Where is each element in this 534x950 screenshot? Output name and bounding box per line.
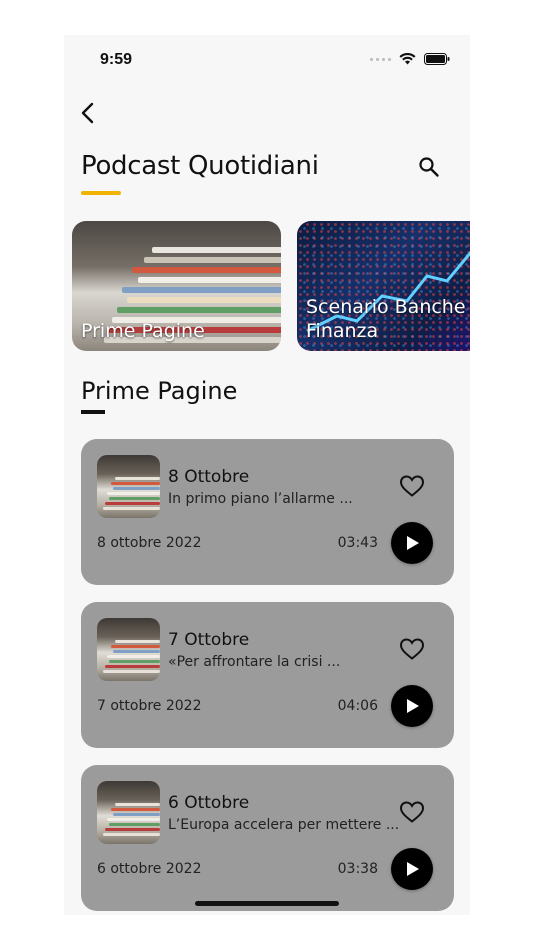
favorite-heart-icon[interactable] [399,800,425,824]
episode-date: 6 ottobre 2022 [97,861,202,877]
episode-duration: 03:43 [337,535,378,551]
page-title: Podcast Quotidiani [81,151,319,181]
battery-icon [424,53,450,65]
category-card-label: Prime Pagine [81,320,205,342]
episode-duration: 04:06 [337,698,378,714]
favorite-heart-icon[interactable] [399,474,425,498]
play-button[interactable] [391,685,433,727]
home-indicator[interactable] [195,901,339,906]
wifi-icon [399,53,416,65]
section-underline [81,410,105,414]
episode-duration: 03:38 [337,861,378,877]
favorite-heart-icon[interactable] [399,637,425,661]
app-screen: 9:59 Podcast Quotidiani Prime Pagine Sce… [64,35,470,915]
play-icon [407,862,419,876]
episode-thumbnail [97,781,160,844]
category-card-prime-pagine[interactable]: Prime Pagine [72,221,281,351]
episode-thumbnail [97,455,160,518]
episode-description: L’Europa accelera per mettere ... [168,817,400,833]
status-time: 9:59 [100,51,133,68]
category-card-label: Scenario Banche Finanza [306,296,466,342]
episode-description: In primo piano l’allarme ... [168,491,353,507]
episode-date: 8 ottobre 2022 [97,535,202,551]
section-title: Prime Pagine [81,377,238,405]
category-card-scenario-banche-finanza[interactable]: Scenario Banche Finanza [297,221,470,351]
category-carousel[interactable]: Prime Pagine Scenario Banche Finanza [72,221,470,351]
search-icon[interactable] [418,156,440,178]
episode-title: 6 Ottobre [168,793,250,813]
play-icon [407,536,419,550]
episode-card[interactable]: 8 Ottobre In primo piano l’allarme ... 8… [81,439,454,585]
status-icons [370,53,450,65]
back-chevron-icon[interactable] [78,101,96,125]
episode-title: 7 Ottobre [168,630,250,650]
episode-description: «Per affrontare la crisi ... [168,654,341,670]
play-button[interactable] [391,848,433,890]
play-button[interactable] [391,522,433,564]
episode-thumbnail [97,618,160,681]
episode-card[interactable]: 6 Ottobre L’Europa accelera per mettere … [81,765,454,911]
play-icon [407,699,419,713]
episode-card[interactable]: 7 Ottobre «Per affrontare la crisi ... 7… [81,602,454,748]
episode-date: 7 ottobre 2022 [97,698,202,714]
signal-dots-icon [370,57,391,61]
title-underline [81,191,121,195]
episode-title: 8 Ottobre [168,467,250,487]
